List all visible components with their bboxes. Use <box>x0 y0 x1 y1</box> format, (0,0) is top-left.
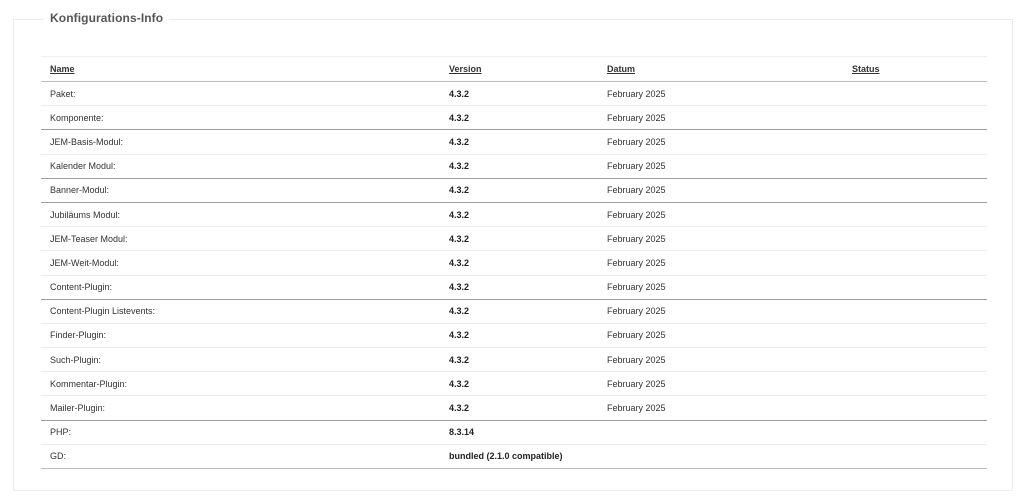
table-row: Banner-Modul: 4.3.2 February 2025 <box>41 178 987 203</box>
row-datum: February 2025 <box>598 105 843 131</box>
row-name: GD: <box>41 444 440 470</box>
row-datum: February 2025 <box>598 347 843 373</box>
row-version: 4.3.2 <box>440 395 598 421</box>
panel-legend: Konfigurations-Info <box>44 11 170 25</box>
table-row: Paket: 4.3.2 February 2025 <box>41 81 987 107</box>
table-row: Finder-Plugin: 4.3.2 February 2025 <box>41 323 987 349</box>
row-datum: February 2025 <box>598 250 843 276</box>
row-name: Jubiläums Modul: <box>41 202 440 228</box>
table-row: JEM-Teaser Modul: 4.3.2 February 2025 <box>41 226 987 252</box>
row-version: bundled (2.1.0 compatible) <box>440 444 598 470</box>
row-version: 4.3.2 <box>440 154 598 179</box>
row-status <box>843 250 987 276</box>
row-name: Paket: <box>41 81 440 107</box>
row-status <box>843 299 987 324</box>
table-row: Kalender Modul: 4.3.2 February 2025 <box>41 154 987 179</box>
row-datum: February 2025 <box>598 202 843 228</box>
row-name: Content-Plugin: <box>41 275 440 300</box>
row-status <box>843 202 987 228</box>
row-version: 4.3.2 <box>440 202 598 228</box>
row-datum: February 2025 <box>598 178 843 203</box>
table-row: Mailer-Plugin: 4.3.2 February 2025 <box>41 395 987 421</box>
row-version: 4.3.2 <box>440 275 598 300</box>
row-datum: February 2025 <box>598 323 843 349</box>
row-status <box>843 178 987 203</box>
row-status <box>843 444 987 470</box>
row-status <box>843 420 987 445</box>
row-status <box>843 105 987 131</box>
row-version: 4.3.2 <box>440 323 598 349</box>
row-status <box>843 371 987 397</box>
row-name: Such-Plugin: <box>41 347 440 373</box>
row-version: 4.3.2 <box>440 81 598 107</box>
row-datum: February 2025 <box>598 395 843 421</box>
row-name: JEM-Teaser Modul: <box>41 226 440 252</box>
row-name: Finder-Plugin: <box>41 323 440 349</box>
column-header-name[interactable]: Name <box>41 56 440 82</box>
row-version: 8.3.14 <box>440 420 598 445</box>
row-name: Kalender Modul: <box>41 154 440 179</box>
row-name: JEM-Weit-Modul: <box>41 250 440 276</box>
row-name: Komponente: <box>41 105 440 131</box>
row-datum: February 2025 <box>598 275 843 300</box>
row-datum <box>598 420 843 445</box>
row-version: 4.3.2 <box>440 178 598 203</box>
row-name: Banner-Modul: <box>41 178 440 203</box>
table-row: Content-Plugin Listevents: 4.3.2 Februar… <box>41 299 987 324</box>
row-status <box>843 275 987 300</box>
row-datum <box>598 444 843 470</box>
row-datum: February 2025 <box>598 129 843 155</box>
row-datum: February 2025 <box>598 81 843 107</box>
table-row: JEM-Basis-Modul: 4.3.2 February 2025 <box>41 129 987 155</box>
row-name: Content-Plugin Listevents: <box>41 299 440 324</box>
row-datum: February 2025 <box>598 226 843 252</box>
row-version: 4.3.2 <box>440 226 598 252</box>
column-header-version[interactable]: Version <box>440 56 598 82</box>
config-info-table: Name Version Datum Status Paket: 4.3.2 F… <box>41 56 987 470</box>
row-name: PHP: <box>41 420 440 445</box>
table-row: JEM-Weit-Modul: 4.3.2 February 2025 <box>41 250 987 276</box>
row-name: JEM-Basis-Modul: <box>41 129 440 155</box>
row-version: 4.3.2 <box>440 347 598 373</box>
row-version: 4.3.2 <box>440 105 598 131</box>
column-header-datum[interactable]: Datum <box>598 56 843 82</box>
table-row: Such-Plugin: 4.3.2 February 2025 <box>41 347 987 373</box>
row-status <box>843 347 987 373</box>
row-datum: February 2025 <box>598 154 843 179</box>
table-header-row: Name Version Datum Status <box>41 56 987 82</box>
row-version: 4.3.2 <box>440 299 598 324</box>
row-name: Kommentar-Plugin: <box>41 371 440 397</box>
row-name: Mailer-Plugin: <box>41 395 440 421</box>
row-status <box>843 395 987 421</box>
row-status <box>843 129 987 155</box>
column-header-status[interactable]: Status <box>843 56 987 82</box>
table-row: Kommentar-Plugin: 4.3.2 February 2025 <box>41 371 987 397</box>
table-row: Komponente: 4.3.2 February 2025 <box>41 105 987 131</box>
table-row: Jubiläums Modul: 4.3.2 February 2025 <box>41 202 987 228</box>
row-status <box>843 226 987 252</box>
table-row: GD: bundled (2.1.0 compatible) <box>41 444 987 470</box>
row-status <box>843 81 987 107</box>
row-status <box>843 154 987 179</box>
row-status <box>843 323 987 349</box>
row-datum: February 2025 <box>598 299 843 324</box>
table-row: Content-Plugin: 4.3.2 February 2025 <box>41 275 987 300</box>
row-version: 4.3.2 <box>440 371 598 397</box>
row-version: 4.3.2 <box>440 129 598 155</box>
row-version: 4.3.2 <box>440 250 598 276</box>
table-row: PHP: 8.3.14 <box>41 420 987 445</box>
row-datum: February 2025 <box>598 371 843 397</box>
